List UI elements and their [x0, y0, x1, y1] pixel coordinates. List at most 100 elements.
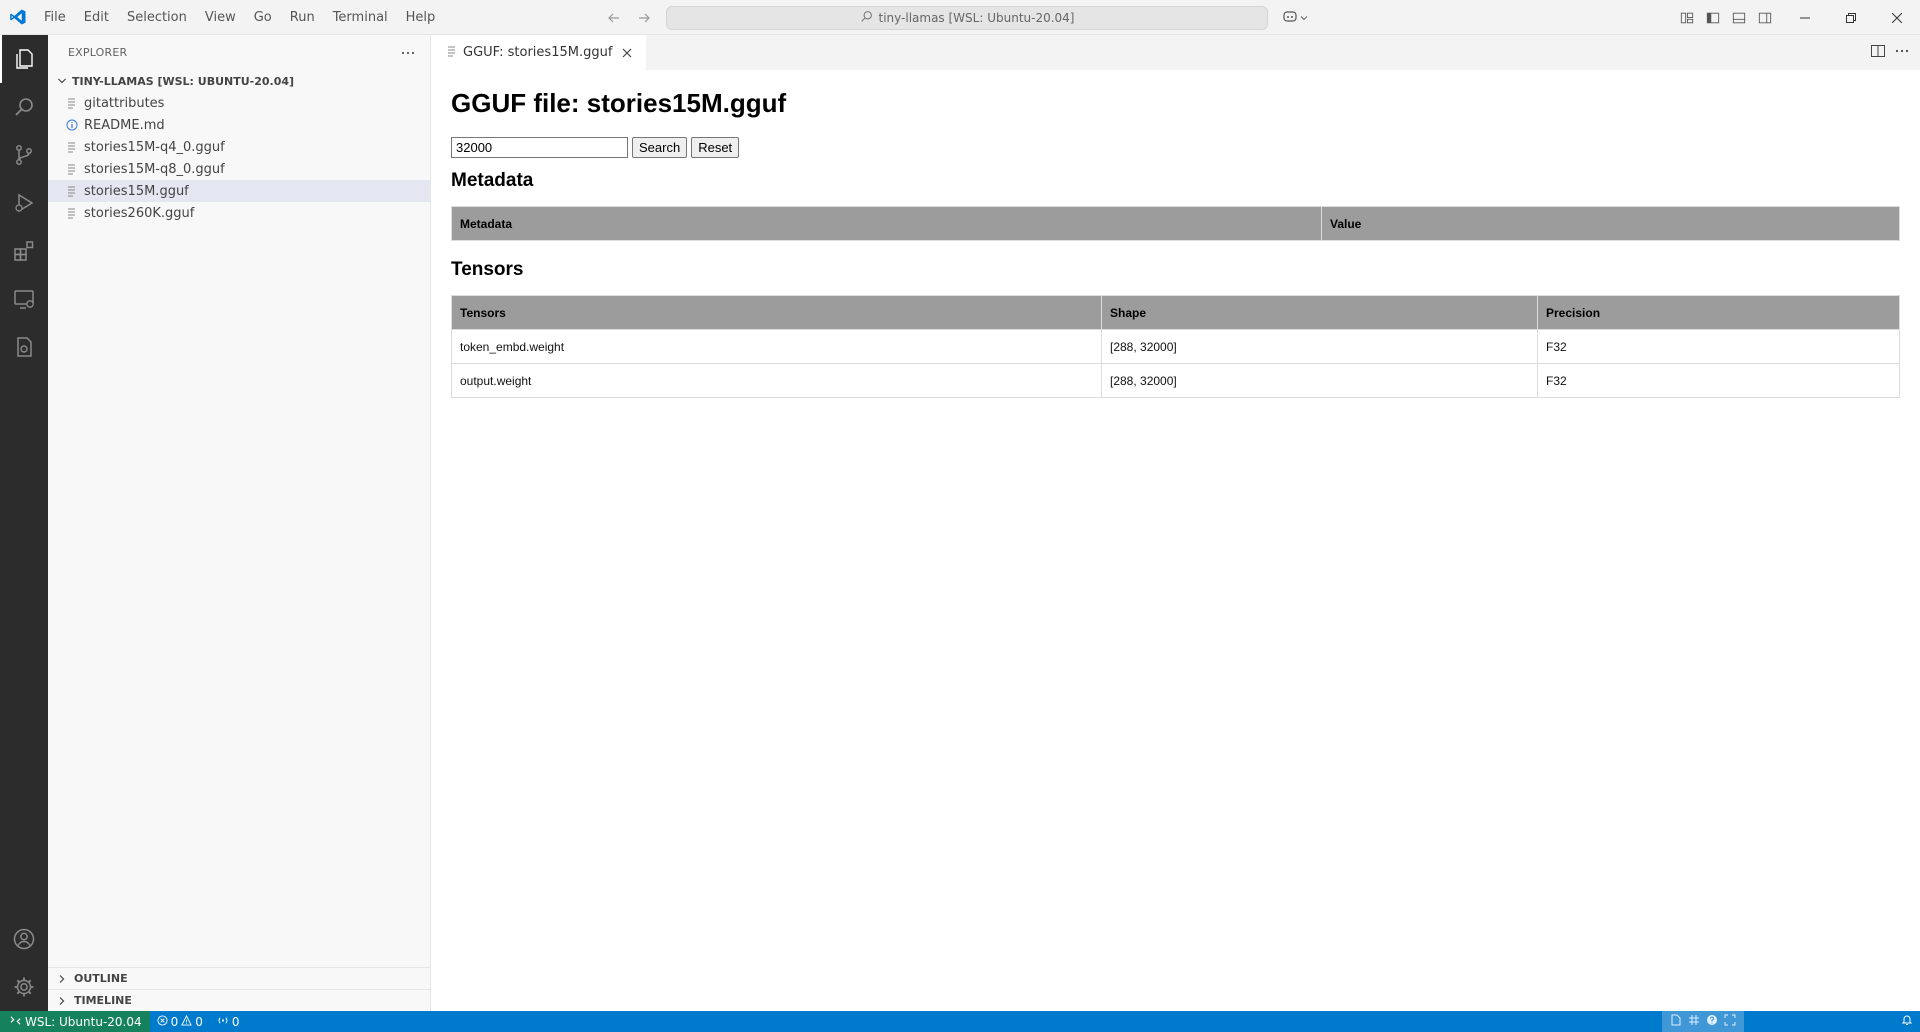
tensors-table: Tensors Shape Precision token_embd.weigh… — [451, 295, 1900, 398]
more-actions-icon[interactable] — [398, 43, 418, 63]
customize-layout-icon[interactable] — [1677, 8, 1697, 28]
vscode-logo-icon — [0, 0, 35, 35]
grid-icon[interactable] — [1688, 1014, 1700, 1029]
toggle-secondary-sidebar-icon[interactable] — [1755, 8, 1775, 28]
window-controls — [1782, 0, 1920, 35]
chevron-down-icon — [1300, 11, 1308, 26]
menu-terminal[interactable]: Terminal — [324, 0, 397, 35]
close-window-icon[interactable] — [1874, 0, 1920, 35]
file-name: stories15M-q4_0.gguf — [84, 139, 225, 155]
remote-explorer-icon[interactable] — [0, 275, 48, 323]
tab-gguf-stories15m[interactable]: GGUF: stories15M.gguf — [431, 35, 648, 70]
table-cell: token_embd.weight — [451, 329, 1102, 364]
file-item-readme[interactable]: README.md — [48, 114, 430, 136]
outline-label: OUTLINE — [74, 972, 128, 985]
search-icon — [860, 10, 873, 26]
toggle-panel-icon[interactable] — [1729, 8, 1749, 28]
file-item-stories15m[interactable]: stories15M.gguf — [48, 180, 430, 202]
status-bar: WSL: Ubuntu-20.04 0 0 0 — [0, 1011, 1920, 1032]
metadata-heading: Metadata — [451, 170, 534, 191]
problems-indicator[interactable]: 0 0 — [150, 1011, 210, 1032]
accounts-icon[interactable] — [0, 915, 48, 963]
expand-icon[interactable] — [1724, 1014, 1736, 1029]
reset-button[interactable]: Reset — [691, 137, 740, 158]
activity-bar — [0, 35, 48, 1011]
editor-tabs: GGUF: stories15M.gguf — [431, 35, 1920, 70]
menu-file[interactable]: File — [35, 0, 75, 35]
file-tree: gitattributes README.md stories15M-q4_0.… — [48, 92, 430, 224]
menu-help[interactable]: Help — [397, 0, 445, 35]
test-extension-icon[interactable] — [0, 323, 48, 371]
explorer-sidebar: EXPLORER TINY-LLAMAS [WSL: UBUNTU-20.04]… — [48, 35, 431, 1011]
info-icon — [64, 117, 80, 133]
chevron-right-icon — [54, 993, 70, 1009]
ports-indicator[interactable]: 0 — [210, 1011, 247, 1032]
status-extension-icons — [1662, 1011, 1744, 1032]
lines-icon — [64, 95, 80, 111]
explorer-icon[interactable] — [0, 35, 48, 83]
notifications-indicator[interactable] — [1894, 1011, 1920, 1032]
remote-indicator[interactable]: WSL: Ubuntu-20.04 — [0, 1011, 150, 1032]
gguf-viewer: GGUF file: stories15M.gguf Search Reset … — [431, 70, 1920, 1011]
search-input[interactable] — [451, 137, 628, 158]
file-item-stories15m-q8[interactable]: stories15M-q8_0.gguf — [48, 158, 430, 180]
split-editor-icon[interactable] — [1870, 43, 1886, 63]
menu-selection[interactable]: Selection — [118, 0, 196, 35]
lines-icon — [64, 183, 80, 199]
file-item-stories15m-q4[interactable]: stories15M-q4_0.gguf — [48, 136, 430, 158]
search-button[interactable]: Search — [632, 137, 688, 158]
outline-section[interactable]: OUTLINE — [48, 967, 431, 989]
column-header: Tensors — [451, 295, 1102, 330]
title-bar: File Edit Selection View Go Run Terminal… — [0, 0, 1920, 35]
extensions-icon[interactable] — [0, 227, 48, 275]
file-name: stories15M.gguf — [84, 183, 189, 199]
tab-label: GGUF: stories15M.gguf — [463, 45, 613, 60]
lines-icon — [64, 161, 80, 177]
minimize-icon[interactable] — [1782, 0, 1828, 35]
layout-controls — [1677, 0, 1775, 35]
search-icon[interactable] — [0, 83, 48, 131]
table-row: output.weight [288, 32000] F32 — [451, 363, 1900, 398]
folder-header[interactable]: TINY-LLAMAS [WSL: UBUNTU-20.04] — [48, 70, 430, 92]
error-icon — [157, 1014, 168, 1029]
source-control-icon[interactable] — [0, 131, 48, 179]
sidebar-header: EXPLORER — [48, 35, 430, 70]
lines-icon — [64, 139, 80, 155]
toggle-primary-sidebar-icon[interactable] — [1703, 8, 1723, 28]
menu-run[interactable]: Run — [281, 0, 324, 35]
bell-icon — [1901, 1014, 1913, 1029]
gear-icon[interactable] — [0, 963, 48, 1011]
forward-arrow-icon[interactable] — [634, 8, 654, 28]
table-cell: F32 — [1537, 329, 1900, 364]
timeline-section[interactable]: TIMELINE — [48, 989, 431, 1011]
close-icon[interactable] — [618, 44, 636, 62]
file-item-stories260k[interactable]: stories260K.gguf — [48, 202, 430, 224]
menu-bar: File Edit Selection View Go Run Terminal… — [35, 0, 444, 35]
column-header: Metadata — [451, 206, 1322, 241]
file-item-gitattributes[interactable]: gitattributes — [48, 92, 430, 114]
command-center[interactable]: tiny-llamas [WSL: Ubuntu-20.04] — [666, 6, 1268, 30]
navigation-arrows — [604, 0, 654, 35]
restore-icon[interactable] — [1828, 0, 1874, 35]
status-right — [1662, 1011, 1920, 1032]
help-icon[interactable] — [1706, 1014, 1718, 1029]
ports-count: 0 — [231, 1014, 240, 1029]
copilot-button[interactable] — [1278, 7, 1312, 29]
more-actions-icon[interactable] — [1894, 43, 1910, 63]
file-name: gitattributes — [84, 95, 165, 111]
remote-label: WSL: Ubuntu-20.04 — [25, 1014, 142, 1029]
search-row: Search Reset — [451, 137, 1900, 158]
menu-view[interactable]: View — [196, 0, 245, 35]
back-arrow-icon[interactable] — [604, 8, 624, 28]
column-header: Precision — [1537, 295, 1900, 330]
file-icon[interactable] — [1670, 1014, 1682, 1029]
table-cell: F32 — [1537, 363, 1900, 398]
menu-edit[interactable]: Edit — [75, 0, 118, 35]
warning-count: 0 — [195, 1014, 203, 1029]
run-debug-icon[interactable] — [0, 179, 48, 227]
file-name: stories260K.gguf — [84, 205, 195, 221]
menu-go[interactable]: Go — [245, 0, 281, 35]
table-cell: [288, 32000] — [1101, 363, 1538, 398]
command-center-label: tiny-llamas [WSL: Ubuntu-20.04] — [878, 11, 1075, 25]
tensors-heading: Tensors — [451, 259, 524, 280]
